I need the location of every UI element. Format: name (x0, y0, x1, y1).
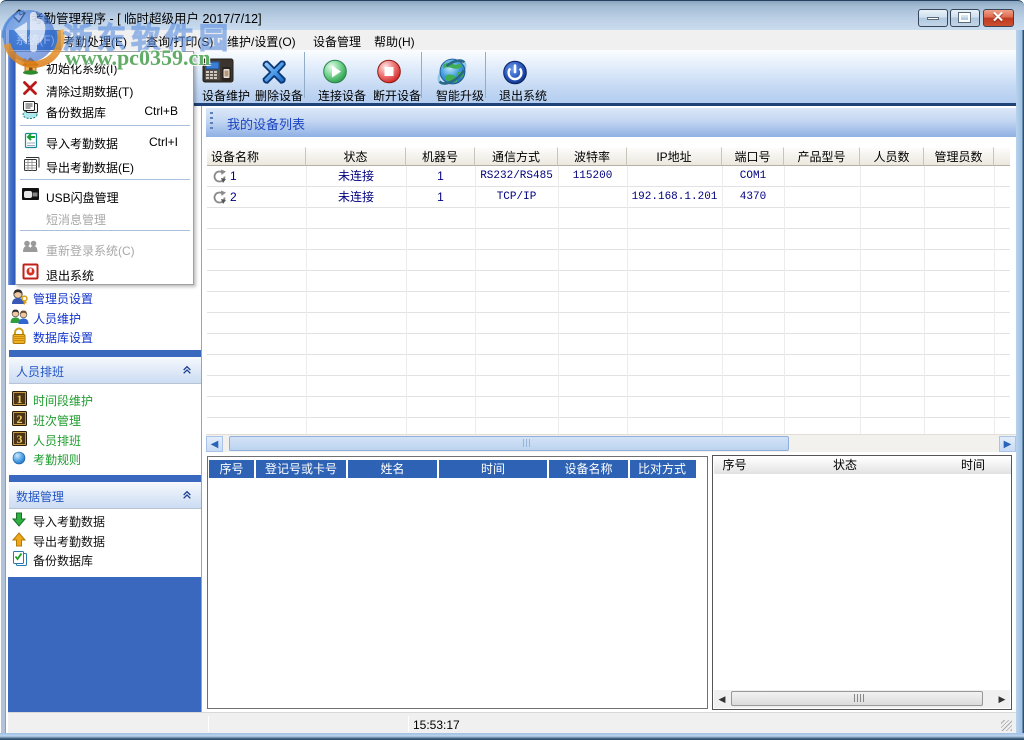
svg-text:1: 1 (17, 392, 23, 406)
svg-text:3: 3 (17, 432, 23, 446)
svg-text:2: 2 (17, 412, 23, 426)
